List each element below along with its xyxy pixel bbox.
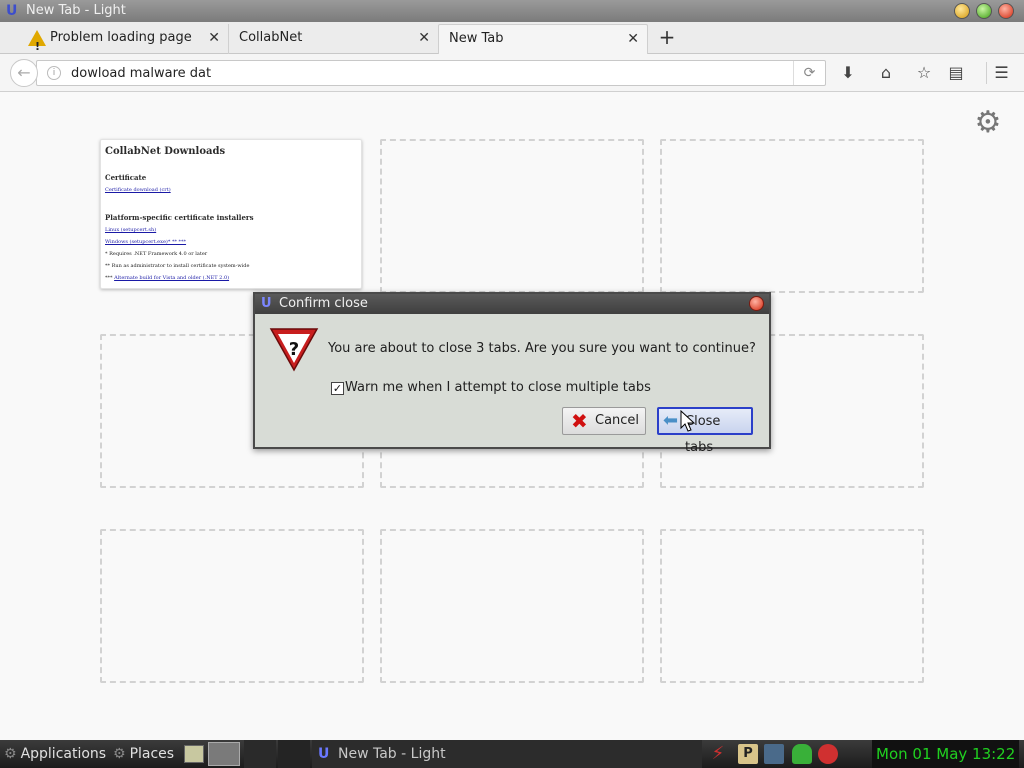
close-tabs-button[interactable]: ⬅ Close tabs [657,407,753,455]
applications-label: Applications [20,746,107,762]
taskbar-window-label: New Tab - Light [338,746,446,762]
taskbar: ⚙ Applications ⚙ Places U New Tab - Light … [0,740,1024,768]
warn-multiple-tabs-label[interactable]: Warn me when I attempt to close multiple… [345,380,651,395]
warn-multiple-tabs-checkbox[interactable]: ✓ [331,382,344,395]
applications-icon: ⚙ [4,746,17,762]
tab-strip: Problem loading page ✕ CollabNet ✕ New T… [0,22,1024,61]
places-menu[interactable]: ⚙ Places [113,740,174,768]
workspace-2[interactable] [244,740,276,768]
tab-label: New Tab [449,31,504,46]
bookmark-star-icon[interactable]: ☆ [912,62,936,84]
thumbnail-section: Certificate [105,173,147,182]
back-button[interactable]: ← [10,59,38,87]
thumbnail-note-prefix: *** [105,275,113,281]
site-tile-collabnet[interactable]: CollabNet Downloads Certificate Certific… [100,139,362,289]
thumbnail-section: Platform-specific certificate installers [105,213,254,222]
info-icon[interactable]: i [47,66,61,80]
tab-label: Problem loading page [50,30,192,45]
clock[interactable]: Mon 01 May 13:22 [872,740,1020,768]
warning-question-icon: ? [269,328,319,372]
new-tab-button[interactable]: + [656,26,678,50]
display-icon[interactable] [764,744,784,764]
gear-icon[interactable]: ⚙ [972,107,1004,139]
url-bar[interactable]: i ⟳ [36,60,826,86]
tab-label: CollabNet [239,30,303,45]
thumbnail-link: Windows (setupcert.exe)* ** *** [105,239,187,245]
tab-new-tab[interactable]: New Tab ✕ [438,24,648,54]
close-icon[interactable]: ✕ [418,24,430,52]
back-arrow-icon: ⬅ [663,410,679,431]
dialog-message: You are about to close 3 tabs. Are you s… [328,341,756,356]
window-close-button[interactable] [998,3,1014,19]
navigation-bar: i ⟳ ← ⬇ ⌂ ☆ ▤ ☰ [0,54,1024,92]
close-icon[interactable]: ✕ [208,24,220,52]
light-browser-icon: U [318,746,330,762]
empty-tile[interactable] [660,139,924,293]
maximize-button[interactable] [976,3,992,19]
empty-tile[interactable] [380,529,644,683]
minimize-button[interactable] [954,3,970,19]
empty-tile[interactable] [660,529,924,683]
thumbnail-note: * Requires .NET Framework 4.0 or later [105,251,208,257]
tab-problem-loading[interactable]: Problem loading page ✕ [20,24,228,61]
thumbnail-link: Certificate download (crt) [105,187,171,193]
thumbnail-link: Linux (setupcert.sh) [105,227,157,233]
mouse-cursor-icon [680,410,696,432]
workspace-3[interactable] [278,740,310,768]
places-label: Places [129,746,175,762]
empty-tile[interactable] [100,529,364,683]
places-icon: ⚙ [113,746,126,762]
reload-icon[interactable]: ⟳ [793,61,825,85]
url-input[interactable] [71,64,771,82]
light-browser-icon: U [6,3,18,19]
close-icon[interactable]: ✕ [627,25,639,53]
battery-icon[interactable] [792,744,812,764]
thumbnail-title: CollabNet Downloads [105,146,226,157]
workspace-1[interactable] [208,742,240,766]
dialog-close-button[interactable] [749,296,764,311]
dialog-titlebar: U Confirm close [255,294,769,314]
terminal-launcher-icon[interactable] [184,745,204,763]
reading-list-icon[interactable]: ▤ [944,62,968,84]
download-icon[interactable]: ⬇ [836,62,860,84]
svg-text:?: ? [289,339,299,360]
cancel-x-icon: ✖ [571,409,588,433]
applications-menu[interactable]: ⚙ Applications [4,740,106,768]
dialog-title: Confirm close [279,296,368,311]
window-title: New Tab - Light [26,3,126,18]
thumbnail-link: Alternate build for Vista and older (.NE… [114,275,230,281]
hamburger-menu-icon[interactable]: ☰ [986,62,1016,84]
thumbnail-note: *** Alternate build for Vista and older … [105,275,357,281]
tab-collabnet[interactable]: CollabNet ✕ [228,24,438,54]
clipboard-icon[interactable]: P [738,744,758,764]
home-icon[interactable]: ⌂ [874,62,898,84]
warning-icon [28,30,46,61]
cancel-button-label: Cancel [595,413,640,428]
network-icon[interactable]: ⚡ [708,744,728,764]
taskbar-window-button[interactable]: U New Tab - Light [312,740,702,768]
cancel-button[interactable]: ✖ Cancel [562,407,646,435]
window-titlebar: U New Tab - Light [0,0,1024,22]
empty-tile[interactable] [380,139,644,293]
thumbnail-note: ** Run as administrator to install certi… [105,263,250,269]
light-browser-icon: U [261,296,272,311]
shield-icon[interactable] [818,744,838,764]
